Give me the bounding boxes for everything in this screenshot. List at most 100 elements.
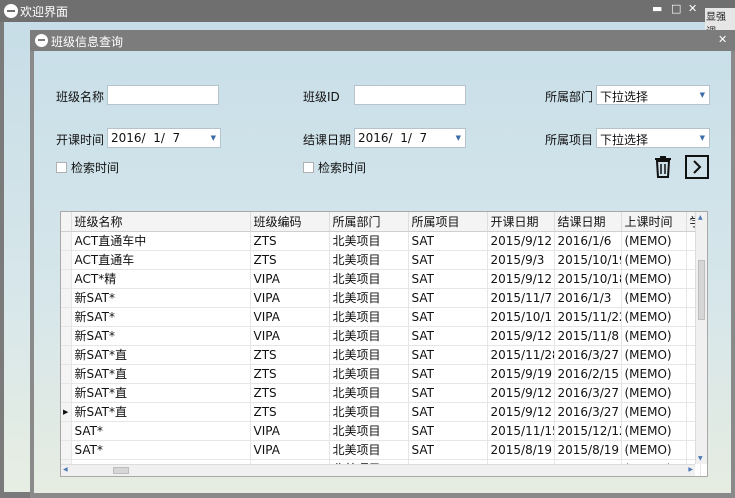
table-cell[interactable]: SAT xyxy=(408,345,488,365)
table-cell[interactable]: ZTS xyxy=(250,402,330,422)
search-time-checkbox-1[interactable]: 检索时间 xyxy=(56,159,119,176)
column-header[interactable]: 结课日期 xyxy=(554,212,622,232)
table-cell[interactable]: 2015/11/22 xyxy=(554,307,622,327)
table-cell[interactable]: SAT* xyxy=(71,421,251,441)
table-cell[interactable]: 2015/9/3 xyxy=(487,250,555,270)
table-cell[interactable]: SAT xyxy=(408,288,488,308)
table-cell[interactable]: ZTS xyxy=(250,250,330,270)
table-cell[interactable]: 新SAT*直 xyxy=(71,402,251,422)
scroll-left-icon[interactable]: ◀ xyxy=(63,466,68,473)
search-time-checkbox-2[interactable]: 检索时间 xyxy=(303,159,366,176)
table-cell[interactable]: 2015/9/12 xyxy=(487,326,555,346)
table-cell[interactable]: SAT xyxy=(408,402,488,422)
class-id-input[interactable] xyxy=(354,85,466,105)
table-cell[interactable]: ZTS xyxy=(250,345,330,365)
table-cell[interactable]: 北美项目 xyxy=(329,250,409,270)
table-cell[interactable]: 北美项目 xyxy=(329,269,409,289)
table-cell[interactable]: 2016/3/27 xyxy=(554,402,622,422)
row-header-cell[interactable] xyxy=(61,231,72,251)
vertical-scrollbar[interactable]: ▲ ▼ xyxy=(695,212,707,464)
table-cell[interactable]: 北美项目 xyxy=(329,345,409,365)
row-header-cell[interactable] xyxy=(61,421,72,441)
table-cell[interactable]: 北美项目 xyxy=(329,326,409,346)
row-header-cell[interactable] xyxy=(61,440,72,460)
table-cell[interactable]: (MEMO) xyxy=(621,345,687,365)
table-cell[interactable]: (MEMO) xyxy=(621,383,687,403)
table-cell[interactable]: 2015/9/12 xyxy=(487,402,555,422)
row-header-cell[interactable] xyxy=(61,345,72,365)
table-cell[interactable]: 北美项目 xyxy=(329,383,409,403)
table-cell[interactable]: 2016/3/27 xyxy=(554,345,622,365)
row-header-cell[interactable] xyxy=(61,288,72,308)
next-button[interactable] xyxy=(685,155,709,179)
row-header-cell[interactable] xyxy=(61,364,72,384)
column-header[interactable]: 上课时间 xyxy=(621,212,687,232)
table-row[interactable]: 新SAT*直 ZTS 北美项目 SAT 2015/11/28 2016/3/27 (MEMO… xyxy=(61,345,701,365)
table-cell[interactable]: 2015/9/12 xyxy=(487,269,555,289)
table-cell[interactable]: 2015/12/12 xyxy=(554,421,622,441)
table-cell[interactable]: (MEMO) xyxy=(621,231,687,251)
table-cell[interactable]: (MEMO) xyxy=(621,364,687,384)
table-cell[interactable]: SAT* xyxy=(71,440,251,460)
table-cell[interactable]: (MEMO) xyxy=(621,250,687,270)
table-cell[interactable]: 2016/3/27 xyxy=(554,383,622,403)
table-row[interactable]: 新SAT*直 ZTS 北美项目 SAT 2015/9/12 2016/3/27 (MEMO) xyxy=(61,383,701,403)
column-header[interactable]: 所属部门 xyxy=(329,212,409,232)
table-cell[interactable]: 2015/11/7 xyxy=(487,288,555,308)
table-cell[interactable]: ACT直通车中 xyxy=(71,231,251,251)
table-cell[interactable]: ZTS xyxy=(250,231,330,251)
table-cell[interactable]: 北美项目 xyxy=(329,231,409,251)
checkbox-box[interactable] xyxy=(56,162,67,173)
scroll-down-icon[interactable]: ▼ xyxy=(698,455,703,462)
table-cell[interactable]: SAT xyxy=(408,440,488,460)
table-cell[interactable]: 2015/10/19 xyxy=(554,250,622,270)
table-cell[interactable]: 2015/10/1 xyxy=(487,307,555,327)
table-cell[interactable]: SAT xyxy=(408,421,488,441)
table-cell[interactable]: 2015/11/28 xyxy=(487,345,555,365)
table-cell[interactable]: 2016/1/6 xyxy=(554,231,622,251)
table-cell[interactable]: VIPA xyxy=(250,440,330,460)
row-header-cell[interactable] xyxy=(61,326,72,346)
row-header-cell[interactable] xyxy=(61,307,72,327)
class-name-input[interactable] xyxy=(107,85,219,105)
table-cell[interactable]: 2015/11/15 xyxy=(487,421,555,441)
table-cell[interactable]: 2015/8/19 xyxy=(487,440,555,460)
table-cell[interactable]: SAT xyxy=(408,269,488,289)
table-cell[interactable]: 新SAT*直 xyxy=(71,345,251,365)
table-row[interactable]: SAT* VIPA 北美项目 SAT 2015/11/15 2015/12/12 (MEMO… xyxy=(61,421,701,441)
checkbox-box[interactable] xyxy=(303,162,314,173)
table-cell[interactable]: (MEMO) xyxy=(621,421,687,441)
table-cell[interactable]: 2016/2/15 xyxy=(554,364,622,384)
table-cell[interactable]: 北美项目 xyxy=(329,307,409,327)
table-cell[interactable]: ACT*精 xyxy=(71,269,251,289)
project-dropdown[interactable]: 下拉选择 ▼ xyxy=(596,128,710,148)
column-header[interactable]: 班级编码 xyxy=(250,212,330,232)
column-header[interactable]: 所属项目 xyxy=(408,212,488,232)
column-header[interactable]: 班级名称 xyxy=(71,212,251,232)
table-cell[interactable]: ZTS xyxy=(250,383,330,403)
table-cell[interactable]: ACT直通车 xyxy=(71,250,251,270)
table-cell[interactable]: SAT xyxy=(408,307,488,327)
table-cell[interactable]: VIPA xyxy=(250,326,330,346)
table-cell[interactable]: SAT xyxy=(408,231,488,251)
vertical-scroll-thumb[interactable] xyxy=(698,260,705,320)
table-cell[interactable]: 2015/8/19 xyxy=(554,440,622,460)
column-header[interactable]: 开课日期 xyxy=(487,212,555,232)
table-row[interactable]: ACT直通车 ZTS 北美项目 SAT 2015/9/3 2015/10/19 (MEMO) xyxy=(61,250,701,270)
row-header-cell[interactable]: ▶ xyxy=(61,402,72,422)
table-cell[interactable]: 北美项目 xyxy=(329,440,409,460)
table-row[interactable]: ACT*精 VIPA 北美项目 SAT 2015/9/12 2015/10/18 (MEMO… xyxy=(61,269,701,289)
end-date-picker[interactable]: 2016/ 1/ 7 ▼ xyxy=(354,128,466,148)
table-cell[interactable]: (MEMO) xyxy=(621,288,687,308)
table-cell[interactable]: 北美项目 xyxy=(329,364,409,384)
table-cell[interactable]: SAT xyxy=(408,383,488,403)
scroll-right-icon[interactable]: ▶ xyxy=(688,466,693,473)
minimize-button[interactable]: ▬ xyxy=(652,2,662,15)
start-date-picker[interactable]: 2016/ 1/ 7 ▼ xyxy=(107,128,221,148)
table-cell[interactable]: 新SAT* xyxy=(71,288,251,308)
table-cell[interactable]: 北美项目 xyxy=(329,421,409,441)
table-cell[interactable]: (MEMO) xyxy=(621,269,687,289)
table-cell[interactable]: 2015/9/19 xyxy=(487,364,555,384)
table-cell[interactable]: VIPA xyxy=(250,269,330,289)
table-cell[interactable]: VIPA xyxy=(250,307,330,327)
